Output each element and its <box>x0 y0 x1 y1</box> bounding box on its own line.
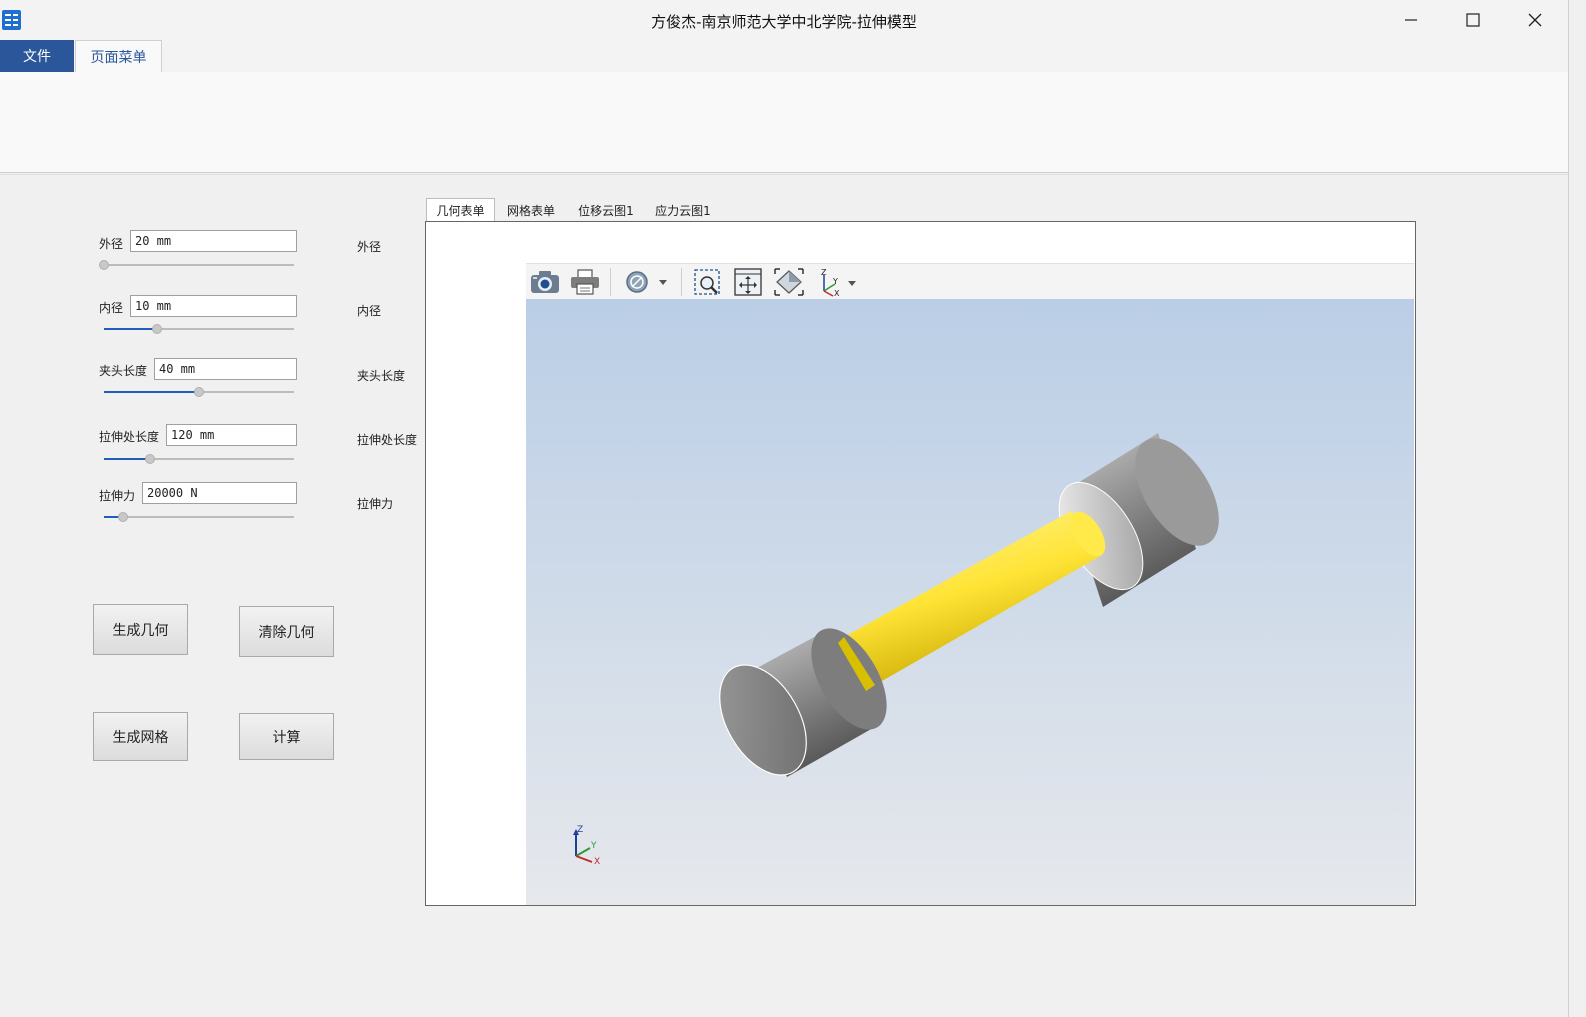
param-label-outer-diameter: 外径 <box>99 237 124 251</box>
slider-thumb[interactable] <box>194 387 204 397</box>
maximize-icon <box>1466 13 1480 27</box>
maximize-button[interactable] <box>1443 0 1503 40</box>
outer-diameter-slider[interactable] <box>99 259 294 271</box>
display-mode-icon <box>626 271 667 293</box>
close-button[interactable] <box>1505 0 1565 40</box>
gauge-section <box>844 511 1102 685</box>
label-inner-diameter: 内径 <box>357 304 382 318</box>
param-label-inner-diameter: 内径 <box>99 301 124 315</box>
divider <box>0 174 1568 175</box>
gauge-length-input[interactable]: 120 mm <box>166 424 297 446</box>
camera-icon <box>531 271 559 293</box>
title-bar: 方俊杰-南京师范大学中北学院-拉伸模型 <box>0 0 1568 40</box>
window-title: 方俊杰-南京师范大学中北学院-拉伸模型 <box>651 13 917 31</box>
axis-x-label: X <box>594 857 600 867</box>
tab-geometry-form[interactable]: 几何表单 <box>426 198 495 222</box>
zoom-window-button[interactable] <box>690 266 724 298</box>
param-label-tensile-force: 拉伸力 <box>99 489 136 503</box>
slider-thumb[interactable] <box>118 512 128 522</box>
view-orientation-dropdown[interactable]: Z Y X <box>814 266 864 298</box>
outer-diameter-input[interactable]: 20 mm <box>130 230 297 252</box>
tensile-force-slider[interactable] <box>104 511 294 523</box>
display-mode-dropdown[interactable] <box>620 266 672 298</box>
fit-view-icon <box>774 268 804 296</box>
grip-length-slider[interactable] <box>104 386 294 398</box>
ribbon-panel <box>0 72 1568 173</box>
minimize-icon <box>1405 19 1417 21</box>
app-window: 方俊杰-南京师范大学中北学院-拉伸模型 文件 页面菜单 外径 20 mm 内径 … <box>0 0 1569 1017</box>
svg-text:X: X <box>834 289 840 297</box>
generate-geometry-button[interactable]: 生成几何 <box>93 604 188 655</box>
ribbon-tab-page-menu[interactable]: 页面菜单 <box>75 40 162 72</box>
slider-fill <box>104 458 150 460</box>
clear-geometry-button[interactable]: 清除几何 <box>239 606 334 657</box>
screenshot-button[interactable] <box>528 266 562 298</box>
tab-displacement-contour[interactable]: 位移云图1 <box>570 198 642 222</box>
tab-stress-contour[interactable]: 应力云图1 <box>648 198 718 222</box>
minimize-button[interactable] <box>1381 0 1441 40</box>
param-label-gauge-length: 拉伸处长度 <box>99 430 160 444</box>
param-label-grip-length: 夹头长度 <box>99 364 148 378</box>
label-gauge-length: 拉伸处长度 <box>357 433 418 447</box>
inner-diameter-slider[interactable] <box>104 323 294 335</box>
label-tensile-force: 拉伸力 <box>357 497 394 511</box>
slider-fill <box>104 328 158 330</box>
axis-triad: Z Y X <box>573 825 600 867</box>
svg-text:Y: Y <box>832 277 838 286</box>
inner-diameter-input[interactable]: 10 mm <box>130 295 297 317</box>
axis-y-label: Y <box>590 841 597 851</box>
slider-thumb[interactable] <box>99 260 109 270</box>
toolbar-separator <box>610 268 611 296</box>
print-icon <box>571 269 599 295</box>
3d-viewport[interactable]: Z Y X <box>526 299 1414 905</box>
view-orientation-icon: Z Y X <box>821 268 856 297</box>
gauge-length-slider[interactable] <box>104 453 294 465</box>
slider-thumb[interactable] <box>144 454 155 464</box>
ribbon-tab-bar: 文件 页面菜单 <box>0 40 1568 73</box>
viewer-toolbar: Z Y X <box>526 263 1414 300</box>
zoom-window-icon <box>694 269 720 295</box>
print-button[interactable] <box>568 266 602 298</box>
close-icon <box>1528 13 1542 27</box>
svg-text:Z: Z <box>821 268 827 277</box>
tensile-specimen-model: Z Y X <box>573 433 1219 867</box>
compute-button[interactable]: 计算 <box>239 713 334 760</box>
fit-view-button[interactable] <box>772 266 806 298</box>
axis-z-label: Z <box>577 825 583 835</box>
tensile-force-input[interactable]: 20000 N <box>142 482 297 504</box>
tab-mesh-form[interactable]: 网格表单 <box>498 198 564 222</box>
grip-length-input[interactable]: 40 mm <box>154 358 297 380</box>
toolbar-separator <box>681 268 682 296</box>
slider-thumb[interactable] <box>152 324 163 334</box>
pan-icon <box>734 268 762 296</box>
label-outer-diameter: 外径 <box>357 240 382 254</box>
label-grip-length: 夹头长度 <box>357 369 406 383</box>
pan-button[interactable] <box>731 266 765 298</box>
slider-fill <box>104 391 199 393</box>
ribbon-tab-file[interactable]: 文件 <box>0 40 74 72</box>
generate-mesh-button[interactable]: 生成网格 <box>93 712 188 761</box>
